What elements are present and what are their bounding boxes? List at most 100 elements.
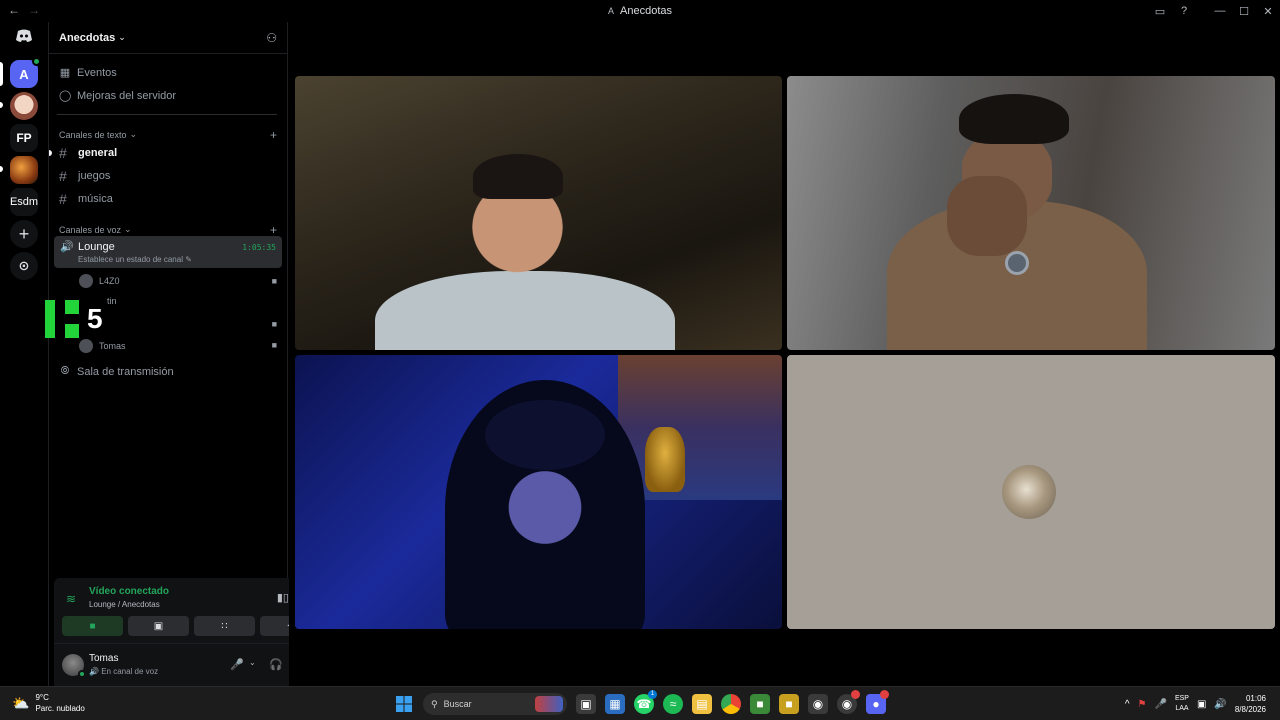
voice-user-name: Tomas — [99, 341, 126, 351]
video-tile-no-camera[interactable] — [787, 355, 1275, 629]
camera-button[interactable]: ■ — [62, 616, 123, 636]
participant-avatar — [1002, 465, 1056, 519]
voice-user-tomas[interactable]: Tomas — [79, 339, 126, 353]
channel-juegos[interactable]: # juegos — [59, 168, 110, 184]
voice-channels-category[interactable]: Canales de voz ⌄ + — [59, 223, 277, 237]
signal-icon[interactable]: ≋ — [66, 592, 76, 606]
microphone-icon[interactable]: 🎤 — [230, 658, 244, 671]
camera-icon: ■ — [271, 276, 277, 286]
voice-channel-lounge[interactable]: 🔊 Lounge 1:05:35 Establece un estado de … — [54, 236, 282, 268]
volume-icon[interactable]: 🔊 — [1214, 699, 1226, 710]
participant-hand — [947, 176, 1027, 256]
notification-dot — [32, 57, 41, 66]
voice-channel-name: Lounge — [78, 241, 115, 253]
explore-icon[interactable]: ⊙ — [10, 252, 38, 280]
keyboard-layout: LAA — [1175, 705, 1189, 712]
create-channel-icon[interactable]: + — [270, 128, 277, 142]
server-anecdotas[interactable]: A — [10, 57, 41, 88]
guild-header[interactable]: Anecdotas ⌄ ⚇ — [49, 22, 287, 54]
text-channels-category[interactable]: Canales de texto ⌄ + — [59, 128, 277, 142]
chevron-up-icon[interactable]: ^ — [1125, 699, 1130, 710]
invite-people-icon[interactable]: ⚇ — [266, 31, 277, 45]
minimize-button[interactable]: — — [1208, 5, 1232, 17]
add-server-icon[interactable]: + — [10, 220, 38, 248]
server-image-icon[interactable] — [10, 156, 38, 184]
headphones-icon[interactable]: 🎧 — [269, 658, 283, 671]
voice-user-l4z0[interactable]: L4Z0 — [79, 274, 120, 288]
chevron-down-icon: ⌄ — [124, 224, 132, 234]
language-indicator[interactable]: ESP LAA — [1175, 694, 1189, 714]
search-icon: ⚲ — [431, 698, 438, 709]
events-item[interactable]: ▦ Eventos — [59, 66, 117, 80]
voice-status-title[interactable]: Vídeo conectado — [89, 586, 169, 597]
create-channel-icon[interactable]: + — [270, 223, 277, 237]
taskbar-search[interactable]: ⚲ Buscar — [423, 693, 567, 715]
store-icon[interactable]: ▦ — [605, 694, 625, 714]
game-icon[interactable]: ■ — [779, 694, 799, 714]
overlay-number: 5 — [87, 303, 103, 334]
minecraft-icon[interactable]: ■ — [750, 694, 770, 714]
call-actions: ■ ▣ ∷ ✦ — [62, 616, 321, 636]
microphone-icon[interactable]: 🎤 — [1154, 699, 1166, 710]
user-status-text: En canal de voz — [101, 667, 159, 676]
activities-button[interactable]: ∷ — [194, 616, 255, 636]
task-view-icon[interactable]: ▣ — [576, 694, 596, 714]
voice-status-subtitle[interactable]: Lounge / Anecdotas — [89, 600, 160, 609]
participant-hair — [473, 154, 563, 199]
video-tile[interactable] — [295, 355, 782, 629]
avatar[interactable] — [62, 654, 86, 678]
stream-overlay-logo: 5 — [45, 300, 103, 338]
channel-label: juegos — [78, 170, 111, 182]
weather-widget[interactable]: ⛅ 9°C Parc. nublado — [12, 692, 85, 714]
voice-user-tin[interactable]: tin — [107, 296, 117, 306]
channel-status[interactable]: Establece un estado de canal ✎ — [78, 255, 192, 264]
chevron-down-icon[interactable]: ⌄ — [249, 658, 256, 667]
active-server-pill — [0, 62, 3, 86]
unread-indicator — [49, 150, 52, 156]
server-initial: A — [608, 6, 615, 16]
video-tile[interactable] — [787, 76, 1275, 350]
avatar — [79, 339, 93, 353]
server-label: FP — [16, 131, 32, 145]
stage-channel[interactable]: ⦾ Sala de transmisión — [59, 365, 174, 378]
close-button[interactable]: ✕ — [1256, 5, 1280, 18]
weather-condition: Parc. nublado — [35, 704, 85, 713]
chrome-icon[interactable] — [721, 694, 741, 714]
channel-musica[interactable]: # música — [59, 191, 113, 207]
whatsapp-icon[interactable]: ☎ 1 — [634, 690, 657, 714]
app-icon[interactable]: ◉ — [837, 690, 860, 714]
clock[interactable]: 01:06 8/8/2026 — [1235, 693, 1266, 715]
notification-dot — [851, 690, 860, 699]
steam-icon[interactable]: ◉ — [808, 694, 828, 714]
inbox-icon[interactable]: ▭ — [1148, 5, 1172, 18]
camera-icon: ■ — [271, 319, 277, 329]
participant-hair — [959, 94, 1069, 144]
participant-hair — [485, 400, 605, 470]
windows-start-icon[interactable] — [394, 694, 414, 714]
camera-icon: ■ — [271, 340, 277, 350]
server-cartoon-icon[interactable] — [10, 92, 38, 120]
spotify-icon[interactable]: ≈ — [663, 694, 683, 714]
network-icon[interactable]: ▣ — [1197, 699, 1206, 710]
discord-home-icon[interactable] — [10, 22, 38, 50]
divider — [57, 114, 277, 115]
category-label: Canales de texto — [59, 129, 127, 140]
server-esdm[interactable]: Esdm — [10, 188, 38, 216]
maximize-button[interactable]: ☐ — [1232, 5, 1256, 18]
activities-icon: ∷ — [221, 620, 228, 632]
channel-general[interactable]: # general — [59, 145, 117, 161]
file-explorer-icon[interactable]: ▤ — [692, 694, 712, 714]
user-name[interactable]: Tomas — [89, 653, 118, 664]
discord-taskbar-icon[interactable]: ● — [866, 690, 889, 714]
help-icon[interactable]: ? — [1172, 5, 1196, 17]
antivirus-icon[interactable]: ⚑ — [1138, 699, 1147, 710]
unread-pill — [0, 102, 3, 108]
speaker-icon: 🔊 — [89, 667, 99, 676]
video-grid — [289, 22, 1280, 686]
server-boost-item[interactable]: ◯ Mejoras del servidor — [59, 89, 176, 103]
screen-share-button[interactable]: ▣ — [128, 616, 189, 636]
video-tile[interactable] — [295, 76, 782, 350]
voice-user-name: L4Z0 — [99, 276, 120, 286]
wristwatch — [1005, 251, 1029, 275]
server-fp[interactable]: FP — [10, 124, 38, 152]
